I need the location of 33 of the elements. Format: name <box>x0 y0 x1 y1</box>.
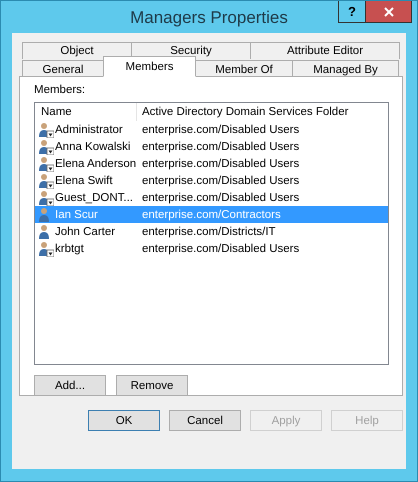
member-name: Ian Scur <box>54 208 99 220</box>
dialog-button[interactable]: OK <box>88 410 160 431</box>
member-folder: enterprise.com/Disabled Users <box>141 124 300 136</box>
close-icon <box>384 6 394 16</box>
members-list[interactable] <box>34 102 389 365</box>
window-title: Managers Properties <box>130 8 288 28</box>
member-folder: enterprise.com/Disabled Users <box>141 140 300 152</box>
close-button[interactable] <box>366 1 412 23</box>
member-name: Anna Kowalski <box>54 140 132 152</box>
tab[interactable]: Attribute Editor <box>250 42 400 59</box>
member-folder: enterprise.com/Disabled Users <box>141 158 300 170</box>
tab[interactable]: Security <box>131 42 251 59</box>
help-button[interactable]: ? <box>338 1 366 23</box>
member-row[interactable]: John Carter enterprise.com/Districts/IT <box>35 223 388 240</box>
members-label: Members: <box>34 84 86 98</box>
column-header[interactable]: Active Directory Domain Services Folder <box>137 103 348 121</box>
add-button[interactable]: Add... <box>34 375 106 396</box>
dialog-button[interactable]: Cancel <box>169 410 241 431</box>
member-name: Guest_DONT... <box>54 192 134 204</box>
tab[interactable]: Members <box>103 56 196 77</box>
member-folder: enterprise.com/Districts/IT <box>141 226 276 238</box>
remove-button[interactable]: Remove <box>116 375 188 396</box>
member-name: Elena Swift <box>54 174 114 186</box>
column-header[interactable]: Name <box>35 103 137 121</box>
member-name: Elena Anderson <box>54 158 137 170</box>
member-name: John Carter <box>54 226 116 238</box>
member-folder: enterprise.com/Contractors <box>141 208 281 220</box>
member-folder: enterprise.com/Disabled Users <box>141 174 300 186</box>
tab[interactable]: Object <box>22 42 132 59</box>
member-folder: enterprise.com/Disabled Users <box>141 242 300 254</box>
member-name: Administrator <box>54 124 124 136</box>
member-folder: enterprise.com/Disabled Users <box>141 192 300 204</box>
member-name: krbtgt <box>54 242 85 254</box>
